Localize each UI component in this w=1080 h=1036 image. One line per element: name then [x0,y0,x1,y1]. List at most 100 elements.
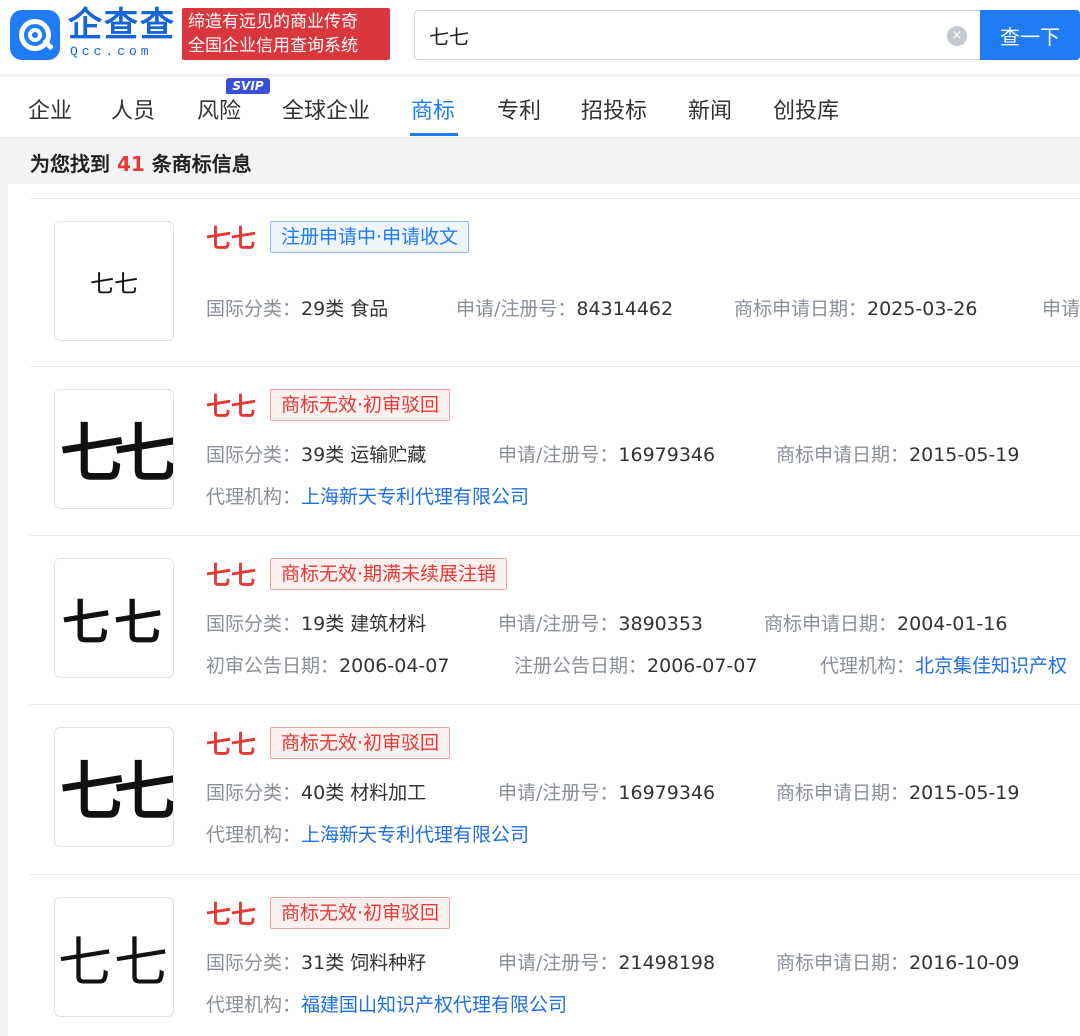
tab-bidding[interactable]: 招投标 [581,93,647,125]
status-badge: 商标无效·初审驳回 [270,897,451,929]
field-value: 2015-05-19 [909,782,1020,804]
trademark-card[interactable]: 七七 七七 商标无效·初审驳回 国际分类：31类 饲料种籽 申请/注册号：214… [30,874,1080,1036]
field-value: 2015-05-19 [909,444,1020,466]
tab-risk[interactable]: 风险 [197,93,241,125]
field-value: 2006-07-07 [647,655,758,677]
agency-link[interactable]: 上海新天专利代理有限公司 [301,486,529,508]
field-label: 申请/注册号： [498,444,619,466]
result-count: 41 [116,152,145,176]
tab-venture-db[interactable]: 创投库 [773,93,839,125]
field-agency: 代理机构：上海新天专利代理有限公司 [206,823,529,847]
field-apply-date: 商标申请日期：2025-03-26 [734,297,977,321]
trademark-list: 七七 七七 注册申请中·申请收文 国际分类：29类 食品 申请/注册号：8431… [8,184,1080,1036]
slogan-line-2: 全国企业信用查询系统 [188,36,358,56]
trademark-image[interactable]: 七七 [54,389,174,509]
field-label: 商标申请日期： [734,298,868,320]
field-label: 初审公告日期： [206,655,340,677]
trademark-image[interactable]: 七七 [54,221,174,341]
status-badge: 商标无效·初审驳回 [270,389,451,421]
trademark-card[interactable]: 七七 七七 注册申请中·申请收文 国际分类：29类 食品 申请/注册号：8431… [30,198,1080,366]
field-label: 国际分类： [206,782,302,804]
field-reg-number: 申请/注册号：16979346 [498,443,715,467]
trademark-name[interactable]: 七七 [206,725,256,761]
field-agency: 代理机构：北京集佳知识产权 [820,654,1067,678]
status-badge: 商标无效·初审驳回 [270,727,451,759]
field-label: 商标申请日期： [776,952,910,974]
active-tab-indicator [410,133,458,136]
field-intl-class: 国际分类：19类 建筑材料 [206,612,426,636]
tab-company[interactable]: 企业 [28,93,72,125]
search-input[interactable] [429,20,929,50]
field-label: 国际分类： [206,613,302,635]
agency-link[interactable]: 上海新天专利代理有限公司 [301,824,529,846]
tab-people[interactable]: 人员 [111,93,155,125]
trademark-card[interactable]: 七七 七七 商标无效·期满未续展注销 国际分类：19类 建筑材料 申请/注册号：… [30,535,1080,703]
logo-ring-inner [28,28,42,42]
slogan-banner: 缔造有远见的商业传奇 全国企业信用查询系统 [182,8,390,60]
trademark-image-text: 七七 [90,269,138,298]
slogan-line-1: 缔造有远见的商业传奇 [188,12,358,32]
field-apply-date: 商标申请日期：2015-05-19 [776,443,1019,467]
field-label: 申请/注册号： [498,782,619,804]
field-value: 21498198 [618,952,716,974]
field-reg-number: 申请/注册号：16979346 [498,781,715,805]
trademark-name[interactable]: 七七 [206,556,256,592]
tab-global-companies[interactable]: 全球企业 [282,93,370,125]
field-value: 19类 建筑材料 [301,613,427,635]
logo-tail [41,38,55,51]
search-box: × [414,10,982,60]
brand-name[interactable]: 企查查 [68,6,180,44]
field-label: 代理机构： [206,486,302,508]
trademark-image[interactable]: 七七 [54,727,174,847]
field-reg-date: 注册公告日期：2006-07-07 [514,654,757,678]
field-label: 申请/注册号： [498,952,619,974]
trademark-image-text: 七七 [60,756,173,830]
field-truncated: 申请 [1042,297,1080,321]
field-value: 40类 材料加工 [301,782,427,804]
field-value: 2006-04-07 [339,655,450,677]
field-intl-class: 国际分类：31类 饲料种籽 [206,951,426,975]
clear-icon[interactable]: × [947,26,967,46]
agency-link[interactable]: 福建国山知识产权代理有限公司 [301,994,567,1016]
field-apply-date: 商标申请日期：2015-05-19 [776,781,1019,805]
trademark-image-text: 七七 [60,418,173,492]
field-prelim-date: 初审公告日期：2006-04-07 [206,654,449,678]
agency-link[interactable]: 北京集佳知识产权 [915,655,1067,677]
field-label: 申请/注册号： [498,613,619,635]
field-label: 国际分类： [206,444,302,466]
field-value: 29类 食品 [301,298,389,320]
result-summary: 为您找到 41 条商标信息 [30,148,252,177]
trademark-image[interactable]: 七七 [54,897,174,1017]
category-tabs: 企业 人员 风险 全球企业 商标 专利 招投标 新闻 创投库 [0,76,1080,138]
field-intl-class: 国际分类：40类 材料加工 [206,781,426,805]
field-intl-class: 国际分类：39类 运输贮藏 [206,443,426,467]
field-agency: 代理机构：福建国山知识产权代理有限公司 [206,993,567,1017]
trademark-name[interactable]: 七七 [206,219,256,255]
field-label: 代理机构： [206,994,302,1016]
field-label: 国际分类： [206,952,302,974]
field-value: 3890353 [618,613,704,635]
trademark-image[interactable]: 七七 [54,558,174,678]
tab-patent[interactable]: 专利 [497,93,541,125]
field-agency: 代理机构：上海新天专利代理有限公司 [206,485,529,509]
field-label: 申请 [1042,298,1080,320]
field-value: 16979346 [618,444,716,466]
tab-trademark[interactable]: 商标 [411,93,455,125]
svip-badge: SVIP [226,78,270,94]
qcc-logo-icon[interactable] [10,10,60,60]
search-button[interactable]: 查一下 [980,10,1080,60]
trademark-card[interactable]: 七七 七七 商标无效·初审驳回 国际分类：40类 材料加工 申请/注册号：169… [30,704,1080,872]
field-label: 国际分类： [206,298,302,320]
trademark-image-text: 七七 [58,930,170,994]
field-value: 2025-03-26 [867,298,978,320]
status-badge: 商标无效·期满未续展注销 [270,558,508,590]
trademark-name[interactable]: 七七 [206,895,256,931]
field-apply-date: 商标申请日期：2004-01-16 [764,612,1007,636]
field-label: 代理机构： [206,824,302,846]
field-value: 2004-01-16 [897,613,1008,635]
tab-news[interactable]: 新闻 [688,93,732,125]
trademark-name[interactable]: 七七 [206,387,256,423]
trademark-card[interactable]: 七七 七七 商标无效·初审驳回 国际分类：39类 运输贮藏 申请/注册号：169… [30,366,1080,534]
field-value: 2016-10-09 [909,952,1020,974]
field-value: 31类 饲料种籽 [301,952,427,974]
